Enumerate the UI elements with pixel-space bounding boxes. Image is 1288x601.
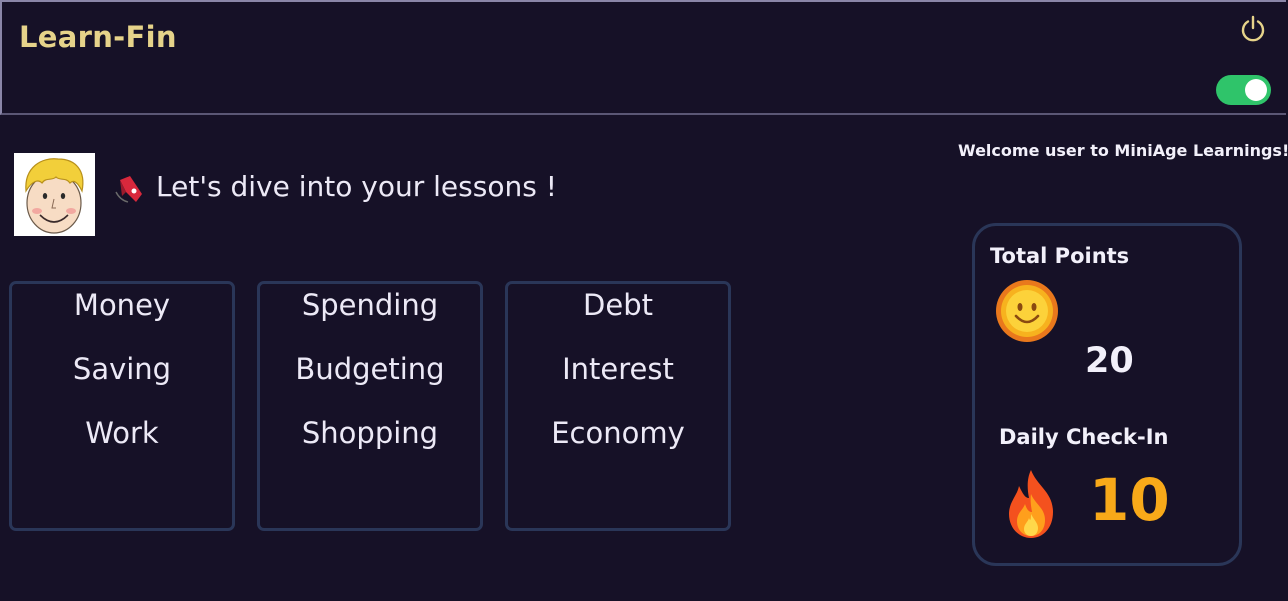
welcome-message: Welcome user to MiniAge Learnings! [958,141,1288,160]
lesson-card-3: Debt Interest Economy [505,281,731,531]
total-points-label: Total Points [990,244,1130,268]
top-bar: Learn-Fin [0,0,1286,115]
lesson-economy[interactable]: Economy [508,416,728,450]
bookmark-icon [115,176,142,203]
lesson-card-1: Money Saving Work [9,281,235,531]
lesson-shopping[interactable]: Shopping [260,416,480,450]
app-title: Learn-Fin [19,20,177,54]
lesson-work[interactable]: Work [12,416,232,450]
lesson-budgeting[interactable]: Budgeting [260,352,480,386]
toggle-knob [1245,79,1267,101]
lesson-spending[interactable]: Spending [260,288,480,322]
daily-checkin-label: Daily Check-In [999,425,1169,449]
power-icon[interactable] [1238,13,1268,43]
lesson-debt[interactable]: Debt [508,288,728,322]
cartoon-boy-avatar-icon [14,153,95,236]
smiley-coin-icon [996,280,1058,342]
lesson-saving[interactable]: Saving [12,352,232,386]
avatar [14,153,95,236]
lessons-heading: Let's dive into your lessons ! [156,170,557,203]
fire-icon [1009,470,1053,538]
total-points-value: 20 [1085,341,1134,381]
daily-checkin-value: 10 [1089,466,1170,534]
lesson-money[interactable]: Money [12,288,232,322]
stats-panel: Total Points 20 Daily Check-In 10 [972,223,1242,566]
lesson-card-2: Spending Budgeting Shopping [257,281,483,531]
lesson-interest[interactable]: Interest [508,352,728,386]
theme-toggle[interactable] [1216,75,1271,105]
